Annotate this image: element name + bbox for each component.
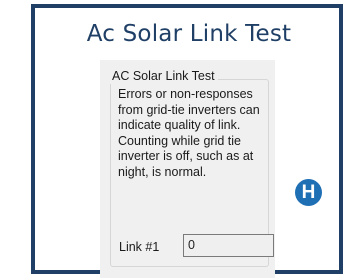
description-line: Errors or non-responses xyxy=(118,87,253,101)
description-line: inverter is off, such as at xyxy=(118,149,254,163)
description-line: Counting while grid tie xyxy=(118,133,241,148)
description-line: from grid-tie inverters can xyxy=(118,102,260,117)
groupbox-title: AC Solar Link Test xyxy=(109,68,218,84)
description-line: indicate quality of link. xyxy=(118,118,241,132)
description-line: night, is normal. xyxy=(118,164,207,179)
callout-marker-h: H xyxy=(295,179,322,206)
dialog-window: AC Solar Link Test Errors or non-respons… xyxy=(100,60,275,278)
description-text: Errors or non-responses from grid-tie in… xyxy=(118,87,268,180)
figure-frame: Ac Solar Link Test AC Solar Link Test Er… xyxy=(31,4,343,278)
link-1-count-field[interactable]: 0 xyxy=(183,234,274,257)
link-1-label: Link #1 xyxy=(119,240,160,254)
page-title: Ac Solar Link Test xyxy=(86,21,292,47)
